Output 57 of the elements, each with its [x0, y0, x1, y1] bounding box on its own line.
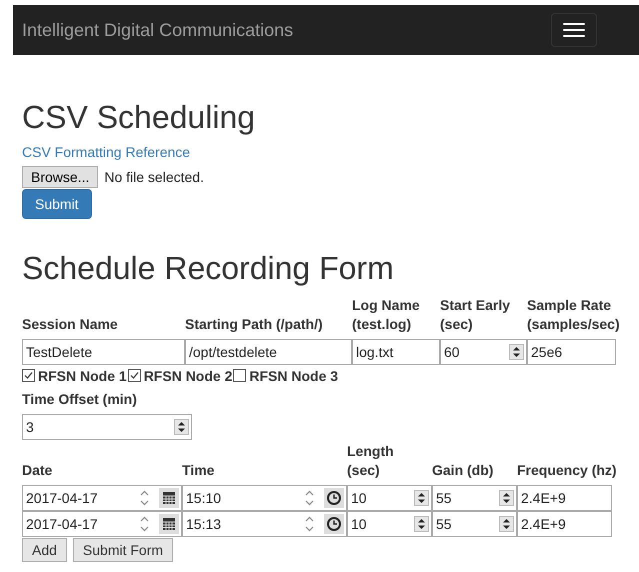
submit-button[interactable]: Submit: [22, 189, 92, 220]
time-field[interactable]: 15:10: [182, 484, 347, 511]
column-label: Session Name: [22, 315, 119, 334]
text-field[interactable]: 2.4E+9: [517, 510, 612, 537]
page-heading: CSV Scheduling: [22, 98, 256, 136]
column-label: Sample Rate (samples/sec): [527, 296, 621, 334]
date-field[interactable]: 2017-04-17: [22, 484, 182, 511]
text-field[interactable]: /opt/testdelete: [185, 338, 352, 365]
checkbox[interactable]: [233, 369, 246, 382]
checkbox[interactable]: [22, 369, 35, 382]
date-field[interactable]: 2017-04-17: [22, 510, 182, 537]
number-field[interactable]: 3: [22, 414, 192, 440]
menu-button[interactable]: [551, 13, 597, 47]
column-label: Length (sec): [347, 442, 395, 480]
browse-button[interactable]: Browse...: [22, 166, 98, 188]
stepper-icon[interactable]: [140, 516, 149, 532]
column-label: Frequency (hz): [517, 461, 618, 480]
number-field[interactable]: 60: [440, 338, 527, 365]
column-label: Log Name (test.log): [352, 296, 421, 334]
brand-title[interactable]: Intelligent Digital Communications: [22, 20, 294, 40]
number-field[interactable]: 10: [347, 510, 432, 537]
time-field[interactable]: 15:13: [182, 510, 347, 537]
text-field[interactable]: log.txt: [352, 338, 440, 365]
add-button[interactable]: Add: [22, 538, 67, 562]
stepper-icon[interactable]: [305, 490, 314, 506]
spinner-icon[interactable]: [499, 490, 514, 506]
column-label: Starting Path (/path/): [185, 315, 324, 334]
form-heading: Schedule Recording Form: [22, 249, 395, 288]
spinner-icon[interactable]: [174, 418, 189, 435]
column-label: Time: [182, 461, 216, 480]
column-label: Gain (db): [432, 461, 494, 480]
calendar-icon[interactable]: [159, 514, 179, 534]
field-label: Time Offset (min): [22, 390, 138, 409]
spinner-icon[interactable]: [509, 344, 524, 360]
spinner-icon[interactable]: [499, 516, 514, 532]
submit-form-button[interactable]: Submit Form: [72, 538, 174, 562]
text-field[interactable]: 2.4E+9: [517, 484, 612, 511]
number-field[interactable]: 10: [347, 484, 432, 511]
reference-link[interactable]: CSV Formatting Reference: [22, 144, 190, 160]
clock-icon[interactable]: [324, 514, 344, 534]
stepper-icon[interactable]: [305, 516, 314, 532]
checkbox-label: RFSN Node 1: [38, 368, 127, 384]
text-field[interactable]: TestDelete: [22, 338, 185, 365]
checkbox[interactable]: [128, 369, 141, 382]
file-status: No file selected.: [104, 169, 204, 186]
stepper-icon[interactable]: [140, 490, 149, 506]
column-label: Start Early (sec): [440, 296, 512, 334]
text-field[interactable]: 25e6: [527, 338, 616, 365]
checkbox-label: RFSN Node 3: [249, 368, 338, 384]
clock-icon[interactable]: [324, 488, 344, 508]
checkbox-label: RFSN Node 2: [144, 368, 232, 384]
spinner-icon[interactable]: [414, 490, 429, 506]
column-label: Date: [22, 461, 54, 480]
spinner-icon[interactable]: [414, 516, 429, 532]
number-field[interactable]: 55: [432, 510, 517, 537]
number-field[interactable]: 55: [432, 484, 517, 511]
calendar-icon[interactable]: [159, 488, 179, 508]
